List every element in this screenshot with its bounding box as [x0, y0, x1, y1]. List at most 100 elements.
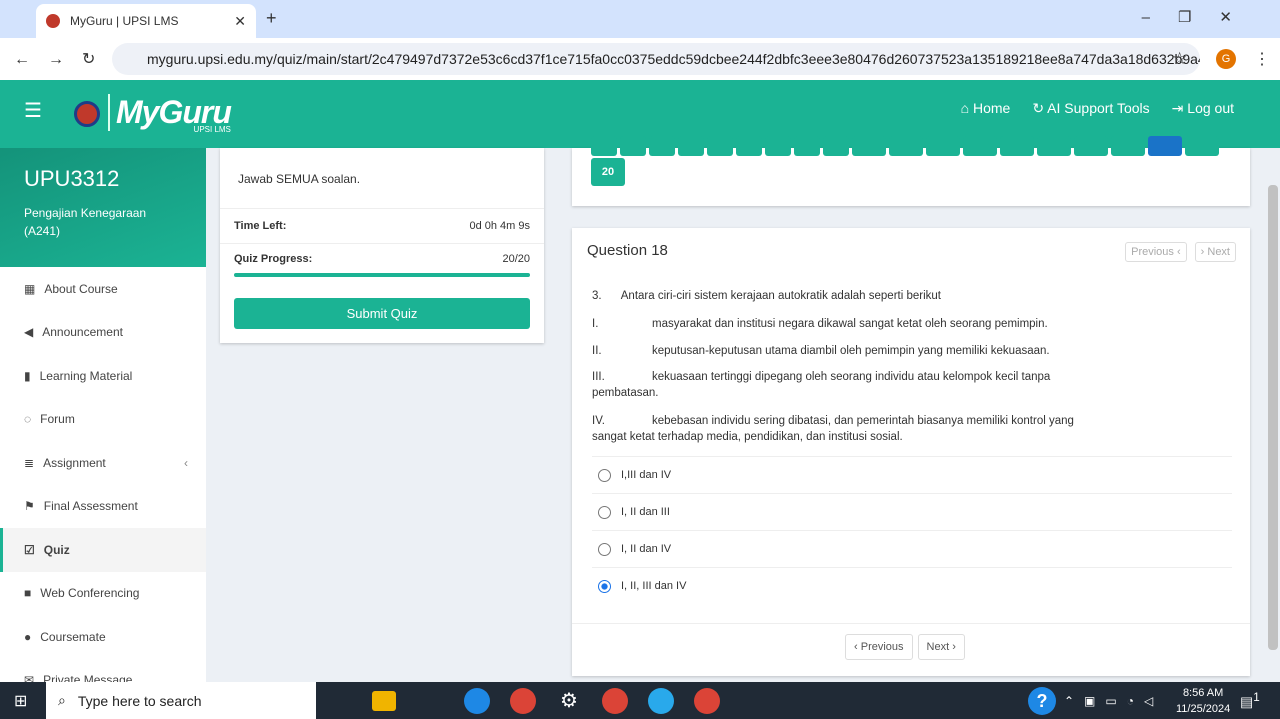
course-code: UPU3312 [24, 166, 120, 191]
statement-2: II. keputusan-keputusan utama diambil ole… [592, 345, 1050, 357]
sidebar-item-coursemate[interactable]: ● Coursemate [0, 615, 206, 659]
nav-arrows-icon[interactable]: ←→↻ [14, 49, 113, 69]
question-tile-3[interactable] [649, 136, 675, 156]
window-controls[interactable]: –❐✕ [1142, 8, 1260, 26]
course-header: UPU3312 Pengajian Kenegaraan (A241) [0, 148, 206, 267]
scrollbar[interactable] [1268, 185, 1278, 650]
radio-button[interactable] [598, 579, 611, 593]
question-number: 3. [592, 290, 602, 302]
browser-tab-bar: MyGuru | UPSI LMS ✕ + –❐✕ [0, 0, 1280, 38]
statement-1: I. masyarakat dan institusi negara dikawa… [592, 318, 1048, 330]
question-tile-4[interactable] [678, 136, 704, 156]
logo[interactable]: MyGuru UPSI LMS [74, 94, 232, 134]
url-field[interactable]: myguru.upsi.edu.my/quiz/main/start/2c479… [112, 43, 1200, 75]
question-tile-7[interactable] [765, 136, 791, 156]
sidebar-item-web-conferencing[interactable]: ■ Web Conferencing [0, 572, 206, 616]
chrome-icon[interactable] [510, 688, 536, 714]
notification-icon[interactable]: ▤1 [1240, 691, 1260, 711]
radio-button[interactable] [598, 505, 611, 519]
taskbar: ⊞ ⌕ Type here to search ⚙ ? ⌃▣▭◔◁ 8:56 AM… [0, 682, 1280, 719]
answer-option[interactable]: I, II dan IV [592, 530, 1232, 567]
question-tile-2[interactable] [620, 136, 646, 156]
question-tile-9[interactable] [823, 136, 849, 156]
next-button[interactable]: Next › [917, 634, 965, 660]
radio-button[interactable] [598, 468, 611, 482]
new-tab-icon[interactable]: + [266, 8, 277, 29]
windows-start-icon[interactable]: ⊞ [14, 691, 27, 711]
list-icon: ≣ [24, 455, 35, 470]
chrome-icon-3[interactable] [694, 688, 720, 714]
users-icon: ● [24, 629, 32, 644]
flag-icon: ⚑ [24, 499, 35, 514]
question-tile-17[interactable] [1111, 136, 1145, 156]
question-tile-10[interactable] [852, 136, 886, 156]
question-tile-8[interactable] [794, 136, 820, 156]
progress-value: 20/20 [502, 252, 530, 265]
question-navigator: 20 [572, 136, 1250, 206]
submit-quiz-button[interactable]: Submit Quiz [234, 298, 530, 329]
chrome-icon-2[interactable] [602, 688, 628, 714]
favicon-icon [46, 14, 60, 28]
comments-icon: ◌ [24, 412, 32, 427]
radio-button[interactable] [598, 542, 611, 556]
answer-option[interactable]: I, II dan III [592, 493, 1232, 530]
tab-title: MyGuru | UPSI LMS [70, 14, 179, 28]
browser-tab[interactable]: MyGuru | UPSI LMS ✕ [36, 4, 256, 38]
statement-4: IV. kebebasan individu sering dibatasi, d… [592, 415, 1074, 443]
question-tile-12[interactable] [926, 136, 960, 156]
sidebar-item-about-course[interactable]: ▦ About Course [0, 267, 206, 311]
profile-avatar[interactable]: G [1216, 49, 1236, 69]
time-left-value: 0d 0h 4m 9s [469, 220, 530, 232]
next-button-top[interactable]: › Next [1194, 242, 1236, 262]
sidebar-item-quiz[interactable]: ☑ Quiz [0, 528, 206, 572]
question-tile-20[interactable]: 20 [591, 158, 625, 186]
close-tab-icon[interactable]: ✕ [234, 13, 246, 30]
previous-button-top[interactable]: Previous ‹ [1125, 242, 1187, 262]
settings-icon[interactable]: ⚙ [556, 688, 582, 714]
help-icon[interactable]: ? [1028, 686, 1056, 715]
question-stem: Antara ciri-ciri sistem kerajaan autokra… [620, 290, 941, 302]
question-tile-1[interactable] [591, 136, 617, 156]
question-tile-14[interactable] [1000, 136, 1034, 156]
question-tile-19[interactable] [1185, 136, 1219, 156]
search-icon: ⌕ [58, 692, 66, 708]
sidebar-item-announcement[interactable]: ◀ Announcement [0, 311, 206, 355]
question-tile-13[interactable] [963, 136, 997, 156]
nav-ai-support[interactable]: ↻ AI Support Tools [1032, 100, 1149, 117]
question-title: Question 18 [587, 242, 668, 259]
question-tile-16[interactable] [1074, 136, 1108, 156]
file-explorer-icon[interactable] [372, 691, 396, 711]
answer-option[interactable]: I, II, III dan IV [592, 567, 1232, 604]
question-tile-11[interactable] [889, 136, 923, 156]
question-tile-18[interactable] [1148, 136, 1182, 156]
question-tile-6[interactable] [736, 136, 762, 156]
telegram-icon[interactable] [648, 688, 674, 714]
course-name: Pengajian Kenegaraan (A241) [24, 206, 147, 238]
nav-home[interactable]: ⌂ Home [961, 100, 1011, 117]
sidebar-item-final-assessment[interactable]: ⚑ Final Assessment [0, 485, 206, 529]
answer-option[interactable]: I,III dan IV [592, 456, 1232, 493]
question-tile-5[interactable] [707, 136, 733, 156]
book-icon: ▮ [24, 368, 31, 383]
sidebar: UPU3312 Pengajian Kenegaraan (A241) ▦ Abou… [0, 148, 206, 682]
hamburger-icon[interactable]: ☰ [24, 98, 42, 123]
video-icon: ■ [24, 586, 32, 601]
menu-icon[interactable]: ⋮ [1254, 49, 1270, 69]
sidebar-item-private-message[interactable]: ✉ Private Message [0, 659, 206, 682]
sidebar-item-learning-material[interactable]: ▮ Learning Material [0, 354, 206, 398]
check-square-icon: ☑ [24, 542, 35, 557]
sidebar-item-forum[interactable]: ◌ Forum [0, 398, 206, 442]
sidebar-item-assignment[interactable]: ≣ Assignment ‹ [0, 441, 206, 485]
edge-icon[interactable] [464, 688, 490, 714]
question-tile-15[interactable] [1037, 136, 1071, 156]
taskbar-search[interactable]: ⌕ Type here to search [46, 682, 316, 719]
nav-logout[interactable]: ⇥ Log out [1172, 100, 1234, 117]
bullhorn-icon: ◀ [24, 325, 34, 340]
clock[interactable]: 8:56 AM 11/25/2024 [1176, 685, 1230, 717]
tray-icons[interactable]: ⌃▣▭◔◁ [1064, 694, 1163, 708]
previous-button[interactable]: ‹ Previous [845, 634, 913, 660]
star-icon[interactable]: ☆ [1172, 49, 1187, 69]
progress-bar [234, 273, 530, 277]
chevron-left-icon: ‹ [184, 455, 188, 470]
address-bar: ←→↻ myguru.upsi.edu.my/quiz/main/start/2… [0, 38, 1280, 80]
